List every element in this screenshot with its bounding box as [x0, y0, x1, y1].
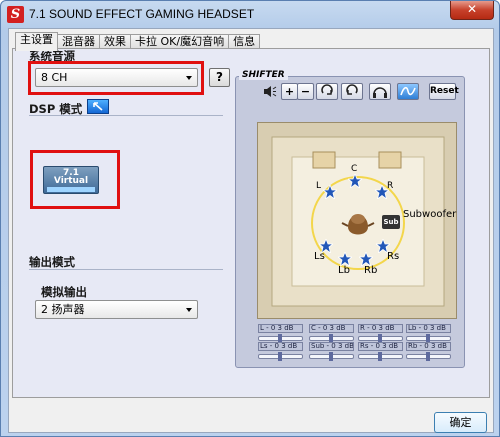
- window-title: 7.1 SOUND EFFECT GAMING HEADSET: [29, 7, 255, 21]
- virtual-71-button[interactable]: 7.1 Virtual: [43, 166, 99, 194]
- dsp-toggle-icon[interactable]: [87, 99, 109, 114]
- rotate-cw-icon[interactable]: [316, 83, 338, 100]
- speaker-lb-label: Lb: [338, 265, 350, 276]
- title-bar: S 7.1 SOUND EFFECT GAMING HEADSET ✕: [1, 1, 499, 28]
- level-lb-label: Lb - 0 3 dB: [406, 324, 451, 333]
- level-rs-knob[interactable]: [378, 352, 382, 361]
- badge-bar: [47, 187, 95, 192]
- badge-virtual-text: Virtual: [53, 176, 89, 186]
- speaker-icon[interactable]: [261, 83, 278, 100]
- shifter-title: SHIFTER: [239, 70, 288, 80]
- subwoofer-icon[interactable]: Sub: [382, 215, 400, 229]
- speaker-rs-label: Rs: [387, 251, 400, 262]
- app-window: S 7.1 SOUND EFFECT GAMING HEADSET ✕ 主设置 …: [0, 0, 500, 437]
- help-button[interactable]: ?: [209, 68, 230, 87]
- subwoofer-label: Subwoofer: [403, 209, 457, 220]
- level-rb-knob[interactable]: [426, 352, 430, 361]
- close-button[interactable]: ✕: [450, 1, 494, 20]
- speaker-r-label: R: [387, 181, 394, 191]
- level-l-label: L - 0 3 dB: [258, 324, 303, 333]
- headphones-icon[interactable]: [369, 83, 391, 100]
- level-rs[interactable]: Rs - 0 3 dB: [358, 342, 403, 368]
- level-sub[interactable]: Sub - 0 3 dB: [309, 342, 354, 368]
- speaker-l-label: L: [316, 181, 322, 191]
- speakers-icon[interactable]: [397, 83, 419, 100]
- divider: [29, 115, 223, 116]
- level-r-label: R - 0 3 dB: [358, 324, 403, 333]
- level-rb-label: Rb - 0 3 dB: [406, 342, 451, 351]
- level-ls-label: Ls - 0 3 dB: [258, 342, 303, 351]
- minus-icon[interactable]: −: [297, 83, 314, 100]
- app-logo-icon: S: [7, 6, 24, 23]
- speaker-ls-label: Ls: [314, 251, 325, 262]
- speaker-c-label: C: [351, 164, 358, 174]
- ok-button[interactable]: 确定: [434, 412, 487, 433]
- chevron-down-icon: [186, 308, 192, 312]
- divider: [29, 269, 223, 270]
- analog-output-label: 模拟输出: [41, 285, 87, 299]
- level-rs-label: Rs - 0 3 dB: [358, 342, 403, 351]
- output-mode-label: 输出模式: [29, 255, 75, 269]
- speaker-rb-label: Rb: [364, 265, 378, 276]
- rotate-ccw-icon[interactable]: [341, 83, 363, 100]
- level-ls[interactable]: Ls - 0 3 dB: [258, 342, 303, 368]
- speaker-lb-icon[interactable]: [336, 250, 354, 268]
- reset-button[interactable]: Reset: [429, 83, 459, 100]
- level-sub-label: Sub - 0 3 dB: [309, 342, 354, 351]
- level-c-label: C - 0 3 dB: [309, 324, 354, 333]
- speaker-room: [257, 122, 457, 319]
- speaker-l-icon[interactable]: [321, 183, 339, 201]
- tab-main-settings[interactable]: 主设置: [15, 32, 58, 51]
- speaker-c-icon[interactable]: [346, 172, 364, 190]
- highlight-box-source: [28, 61, 204, 95]
- level-sub-knob[interactable]: [329, 352, 333, 361]
- level-rb[interactable]: Rb - 0 3 dB: [406, 342, 451, 368]
- output-value: 2 扬声器: [41, 303, 85, 316]
- output-select[interactable]: 2 扬声器: [35, 300, 198, 319]
- plus-icon[interactable]: +: [281, 83, 298, 100]
- speaker-rb-icon[interactable]: [357, 250, 375, 268]
- level-ls-knob[interactable]: [278, 352, 282, 361]
